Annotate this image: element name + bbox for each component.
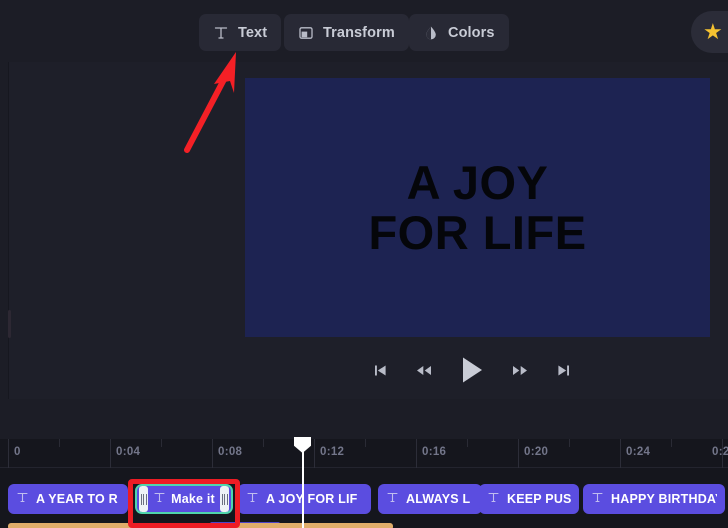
panel-divider	[8, 62, 9, 399]
timeline-clip-selected[interactable]: Make it	[135, 484, 233, 514]
timeline-tracks[interactable]: A YEAR TO R Make it A JOY FOR LIF ALWAYS…	[0, 468, 728, 528]
timeline-clip[interactable]: KEEP PUSH	[479, 484, 579, 514]
transform-tool-label: Transform	[323, 24, 395, 41]
clip-label: Make it	[171, 492, 215, 506]
text-t-icon	[16, 491, 29, 507]
ruler-label: 0:16	[422, 446, 447, 458]
timeline-clip[interactable]: A YEAR TO R	[8, 484, 128, 514]
colors-droplet-icon	[423, 25, 439, 41]
favorite-pill-button[interactable]: ★	[691, 11, 728, 53]
transform-tool-button[interactable]: Transform	[284, 14, 409, 51]
timeline-clip[interactable]: HAPPY BIRTHDAY	[583, 484, 725, 514]
playback-controls	[372, 354, 572, 386]
rewind-button[interactable]	[414, 362, 434, 379]
colors-tool-button[interactable]: Colors	[409, 14, 509, 51]
timeline-clip[interactable]: A JOY FOR LIF	[238, 484, 371, 514]
text-tool-button[interactable]: Text	[199, 14, 282, 51]
video-preview-canvas[interactable]: A JOY FOR LIFE	[245, 78, 710, 337]
star-icon: ★	[703, 19, 723, 44]
timeline-panel[interactable]: 0 0:04 0:08 0:12 0:16 0:20 0:24 0:2 A YE…	[0, 439, 728, 528]
panel-resize-handle[interactable]	[8, 310, 11, 338]
timeline-clip[interactable]: ALWAYS L	[378, 484, 482, 514]
text-t-icon	[487, 491, 500, 507]
clip-trim-handle-right[interactable]	[220, 486, 229, 512]
clip-trim-handle-left[interactable]	[139, 486, 148, 512]
skip-to-end-button[interactable]	[555, 362, 572, 379]
ruler-label: 0:04	[116, 446, 141, 458]
play-button[interactable]	[459, 355, 485, 385]
colors-tool-label: Colors	[448, 24, 495, 41]
timeline-ruler[interactable]: 0 0:04 0:08 0:12 0:16 0:20 0:24 0:2	[0, 439, 728, 468]
text-t-icon	[153, 491, 166, 507]
text-t-icon	[386, 491, 399, 507]
ruler-label: 0:12	[320, 446, 345, 458]
text-tool-label: Text	[238, 24, 268, 41]
edit-toolbar: 00:11.94/00:35.73	[0, 399, 728, 439]
ruler-label: 0:20	[524, 446, 549, 458]
fast-forward-button[interactable]	[510, 362, 530, 379]
clip-label: HAPPY BIRTHDAY	[611, 492, 717, 506]
clip-label: ALWAYS L	[406, 492, 471, 506]
transform-icon	[298, 25, 314, 41]
text-t-icon	[213, 25, 229, 41]
preview-text-overlay[interactable]: A JOY FOR LIFE	[368, 157, 586, 258]
preview-panel: A JOY FOR LIFE	[8, 62, 728, 399]
ruler-label: 0	[14, 446, 21, 458]
ruler-label: 0:24	[626, 446, 651, 458]
text-t-icon	[246, 491, 259, 507]
clip-label: KEEP PUSH	[507, 492, 571, 506]
top-toolbar: Text Transform Colors ★	[0, 0, 728, 62]
clip-label: A JOY FOR LIF	[266, 492, 358, 506]
skip-to-start-button[interactable]	[372, 362, 389, 379]
ruler-label: 0:08	[218, 446, 243, 458]
clip-label: A YEAR TO R	[36, 492, 118, 506]
ruler-label: 0:2	[712, 446, 728, 458]
text-t-icon	[591, 491, 604, 507]
timeline-audio-track[interactable]	[8, 523, 393, 528]
